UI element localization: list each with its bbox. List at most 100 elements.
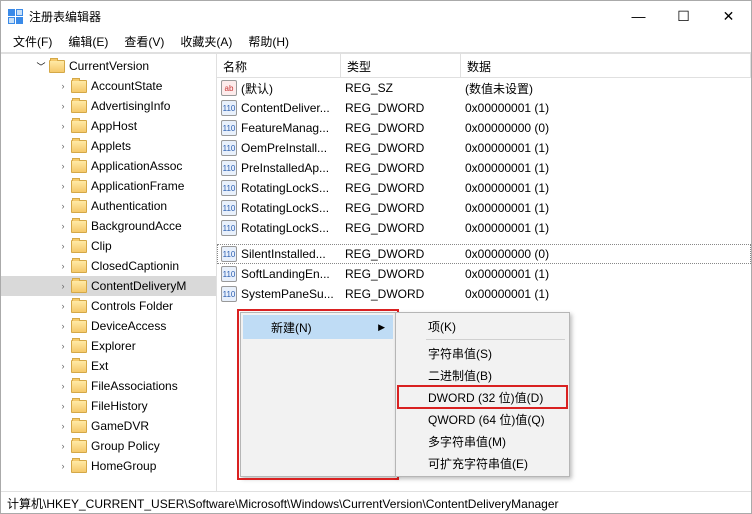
chevron-right-icon[interactable]: › [57, 441, 69, 451]
header-name[interactable]: 名称 [217, 54, 341, 77]
chevron-right-icon[interactable]: › [57, 81, 69, 91]
ctx-key[interactable]: 项(K) [398, 315, 567, 337]
folder-icon [71, 440, 87, 453]
ctx-new[interactable]: 新建(N) ▶ [243, 315, 393, 339]
menu-favorites[interactable]: 收藏夹(A) [172, 31, 240, 52]
list-row[interactable]: 110ContentDeliver...REG_DWORD0x00000001 … [217, 98, 751, 118]
tree-item[interactable]: › AccountState [1, 76, 216, 96]
list-row[interactable]: 110OemPreInstall...REG_DWORD0x00000001 (… [217, 138, 751, 158]
list-row[interactable]: 110PreInstalledAp...REG_DWORD0x00000001 … [217, 158, 751, 178]
tree-label: FileHistory [91, 399, 148, 413]
ctx-qword[interactable]: QWORD (64 位)值(Q) [398, 408, 567, 430]
ctx-dword[interactable]: DWORD (32 位)值(D) [398, 386, 567, 408]
chevron-right-icon[interactable]: › [57, 341, 69, 351]
ctx-expandstring[interactable]: 可扩充字符串值(E) [398, 452, 567, 474]
chevron-right-icon[interactable]: › [57, 421, 69, 431]
chevron-right-icon[interactable]: › [57, 201, 69, 211]
tree-item[interactable]: ›Explorer [1, 336, 216, 356]
value-type: REG_DWORD [345, 201, 465, 215]
chevron-right-icon[interactable]: › [57, 181, 69, 191]
value-name: RotatingLockS... [241, 201, 345, 215]
ctx-string[interactable]: 字符串值(S) [398, 342, 567, 364]
chevron-right-icon[interactable]: › [57, 401, 69, 411]
ctx-binary[interactable]: 二进制值(B) [398, 364, 567, 386]
chevron-right-icon[interactable]: › [57, 261, 69, 271]
folder-icon [71, 320, 87, 333]
close-button[interactable]: ✕ [706, 1, 751, 31]
value-data: 0x00000001 (1) [465, 221, 751, 235]
tree-item[interactable]: ›ContentDeliveryM [1, 276, 216, 296]
dword-value-icon: 110 [221, 180, 237, 196]
list-header: 名称 类型 数据 [217, 54, 751, 78]
tree-item[interactable]: ›Clip [1, 236, 216, 256]
value-data: 0x00000000 (0) [465, 121, 751, 135]
list-row[interactable]: 110RotatingLockS...REG_DWORD0x00000001 (… [217, 218, 751, 238]
list-row[interactable]: 110RotatingLockS...REG_DWORD0x00000001 (… [217, 178, 751, 198]
tree-item[interactable]: › DeviceAccess [1, 316, 216, 336]
chevron-right-icon[interactable]: › [57, 301, 69, 311]
list-row[interactable]: 110SoftLandingEn...REG_DWORD0x00000001 (… [217, 264, 751, 284]
tree-item[interactable]: › Ext [1, 356, 216, 376]
menu-edit[interactable]: 编辑(E) [60, 31, 116, 52]
chevron-right-icon[interactable]: › [57, 461, 69, 471]
chevron-right-icon[interactable]: › [57, 381, 69, 391]
list-row[interactable]: 110RotatingLockS...REG_DWORD0x00000001 (… [217, 198, 751, 218]
tree-item[interactable]: › FileHistory [1, 396, 216, 416]
menu-view[interactable]: 查看(V) [116, 31, 172, 52]
tree-item[interactable]: ›ClosedCaptionin [1, 256, 216, 276]
tree-pane[interactable]: ﹀CurrentVersion›AccountState›Advertising… [1, 54, 217, 491]
chevron-right-icon[interactable]: › [57, 321, 69, 331]
list-row[interactable]: 110SystemPaneSu...REG_DWORD0x00000001 (1… [217, 284, 751, 304]
tree-label: ApplicationFrame [91, 179, 184, 193]
window-controls: — ☐ ✕ [616, 1, 751, 31]
header-type[interactable]: 类型 [341, 54, 461, 77]
tree-label: CurrentVersion [69, 59, 149, 73]
folder-icon [71, 400, 87, 413]
list-row[interactable]: ab(默认)REG_SZ(数值未设置) [217, 78, 751, 98]
header-data[interactable]: 数据 [461, 54, 751, 77]
chevron-right-icon[interactable]: › [57, 121, 69, 131]
tree-label: DeviceAccess [91, 319, 166, 333]
list-row[interactable]: 110SilentInstalled...REG_DWORD0x00000000… [217, 244, 751, 264]
chevron-down-icon[interactable]: ﹀ [35, 60, 47, 73]
value-type: REG_DWORD [345, 287, 465, 301]
chevron-right-icon[interactable]: › [57, 221, 69, 231]
tree-item[interactable]: ›Applets [1, 136, 216, 156]
tree-item[interactable]: ›Authentication [1, 196, 216, 216]
chevron-right-icon[interactable]: › [57, 361, 69, 371]
value-name: SystemPaneSu... [241, 287, 345, 301]
folder-icon [71, 160, 87, 173]
minimize-button[interactable]: — [616, 1, 661, 31]
tree-label: AccountState [91, 79, 162, 93]
tree-label: AppHost [91, 119, 137, 133]
tree-label: Ext [91, 359, 108, 373]
value-type: REG_DWORD [345, 221, 465, 235]
chevron-right-icon[interactable]: › [57, 161, 69, 171]
tree-item[interactable]: ›AdvertisingInfo [1, 96, 216, 116]
chevron-right-icon[interactable]: › [57, 141, 69, 151]
tree-item[interactable]: ›Controls Folder [1, 296, 216, 316]
chevron-right-icon[interactable]: › [57, 241, 69, 251]
menubar: 文件(F) 编辑(E) 查看(V) 收藏夹(A) 帮助(H) [1, 31, 751, 53]
menu-file[interactable]: 文件(F) [5, 31, 60, 52]
folder-icon [71, 80, 87, 93]
chevron-right-icon[interactable]: › [57, 281, 69, 291]
chevron-right-icon[interactable]: › [57, 101, 69, 111]
tree-item[interactable]: ›HomeGroup [1, 456, 216, 476]
tree-item[interactable]: ›GameDVR [1, 416, 216, 436]
list-row[interactable]: 110FeatureManag...REG_DWORD0x00000000 (0… [217, 118, 751, 138]
tree-label: FileAssociations [91, 379, 178, 393]
tree-item[interactable]: ›BackgroundAcce [1, 216, 216, 236]
tree-root[interactable]: ﹀ CurrentVersion [1, 56, 216, 76]
menu-help[interactable]: 帮助(H) [240, 31, 297, 52]
tree-item[interactable]: ›Group Policy [1, 436, 216, 456]
folder-icon [71, 100, 87, 113]
tree-item[interactable]: ›ApplicationAssoc [1, 156, 216, 176]
ctx-multistring[interactable]: 多字符串值(M) [398, 430, 567, 452]
maximize-button[interactable]: ☐ [661, 1, 706, 31]
value-name: OemPreInstall... [241, 141, 345, 155]
tree-item[interactable]: › ApplicationFrame [1, 176, 216, 196]
value-data: 0x00000001 (1) [465, 101, 751, 115]
tree-item[interactable]: › AppHost [1, 116, 216, 136]
tree-item[interactable]: › FileAssociations [1, 376, 216, 396]
